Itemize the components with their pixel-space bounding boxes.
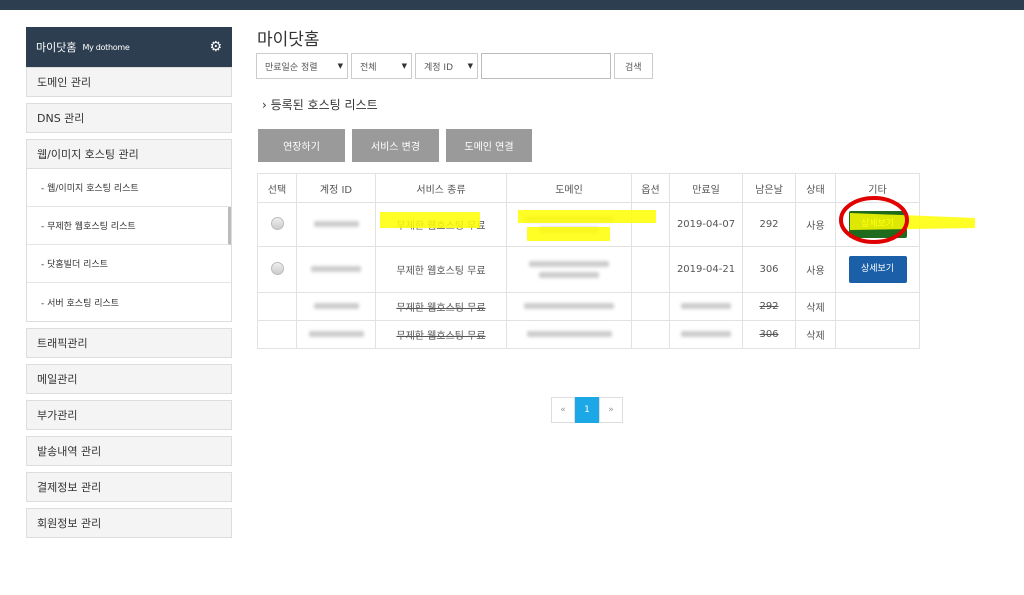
- days-cell: 292: [742, 202, 796, 247]
- domain-redacted: [524, 215, 614, 222]
- status-cell: 사용: [795, 202, 836, 247]
- detail-button[interactable]: 상세보기: [848, 256, 907, 283]
- page-1-button[interactable]: 1: [575, 397, 599, 423]
- status-value: 전체: [360, 62, 377, 73]
- sidebar-item-payment[interactable]: 결제정보 관리: [26, 472, 232, 502]
- domain-redacted: [529, 260, 609, 267]
- expires-cell: 2019-04-21: [669, 246, 743, 293]
- status-cell: 사용: [795, 246, 836, 293]
- table-row: 무제한 웹호스팅 무료 306 삭제: [257, 320, 920, 349]
- filter-bar: 만료일순 정렬 ▼ 전체 ▼ 계정 ID ▼ 검색: [256, 53, 653, 79]
- search-button[interactable]: 검색: [614, 53, 653, 79]
- expires-cell: 2019-04-07: [669, 202, 743, 247]
- col-option: 옵션: [631, 173, 670, 203]
- days-cell: 306: [742, 320, 796, 349]
- sidebar-item-dns[interactable]: DNS 관리: [26, 103, 232, 133]
- sidebar-item-traffic[interactable]: 트래픽관리: [26, 328, 232, 358]
- table-row: 무제한 웹호스팅 무료 2019-04-21 306 사용 상세보기: [257, 246, 920, 293]
- search-input[interactable]: [481, 53, 611, 79]
- domain-redacted: [524, 303, 614, 309]
- service-cell: 무제한 웹호스팅 무료: [375, 320, 507, 349]
- sidebar-header: 마이닷홈 My dothome ⚙: [26, 27, 232, 67]
- sort-select[interactable]: 만료일순 정렬 ▼: [256, 53, 348, 79]
- col-days: 남은날: [742, 173, 796, 203]
- field-value: 계정 ID: [424, 62, 454, 73]
- sort-value: 만료일순 정렬: [265, 62, 318, 73]
- account-id-redacted: [313, 303, 359, 309]
- account-id-redacted: [308, 331, 364, 337]
- row-radio[interactable]: [270, 261, 284, 275]
- section-title: › 등록된 호스팅 리스트: [262, 98, 378, 112]
- pagination: « 1 »: [551, 397, 623, 423]
- section-title-text: 등록된 호스팅 리스트: [270, 98, 378, 112]
- sidebar-item-send-history[interactable]: 발송내역 관리: [26, 436, 232, 466]
- status-cell: 삭제: [795, 320, 836, 349]
- sidebar-title: 마이닷홈: [36, 41, 77, 54]
- expires-redacted: [681, 303, 731, 309]
- domain-redacted: [539, 226, 599, 233]
- col-status: 상태: [795, 173, 836, 203]
- sidebar-subitem[interactable]: - 웹/이미지 호스팅 리스트: [27, 169, 231, 207]
- sidebar-submenu: - 웹/이미지 호스팅 리스트 - 무제한 웹호스팅 리스트 - 닷홈빌더 리스…: [26, 169, 232, 322]
- row-radio[interactable]: [270, 216, 284, 230]
- sidebar-item-domain[interactable]: 도메인 관리: [26, 67, 232, 97]
- service-cell: 무제한 웹호스팅 무료: [375, 292, 507, 321]
- col-etc: 기타: [835, 173, 920, 203]
- table-header: 선택 계정 ID 서비스 종류 도메인 옵션 만료일 남은날 상태 기타: [257, 173, 920, 203]
- status-cell: 삭제: [795, 292, 836, 321]
- gear-icon[interactable]: ⚙: [209, 39, 222, 55]
- page-title: 마이닷홈: [257, 30, 320, 50]
- sidebar-subitem-active[interactable]: - 무제한 웹호스팅 리스트: [27, 207, 231, 245]
- extend-button[interactable]: 연장하기: [258, 129, 345, 162]
- change-service-button[interactable]: 서비스 변경: [352, 129, 439, 162]
- sidebar: 마이닷홈 My dothome ⚙ 도메인 관리 DNS 관리 웹/이미지 호스…: [26, 27, 232, 538]
- domain-redacted: [539, 271, 599, 278]
- sidebar-subitem[interactable]: - 서버 호스팅 리스트: [27, 283, 231, 321]
- sidebar-subitem[interactable]: - 닷홈빌더 리스트: [27, 245, 231, 283]
- expires-redacted: [681, 331, 731, 337]
- hosting-table: 선택 계정 ID 서비스 종류 도메인 옵션 만료일 남은날 상태 기타 무제한…: [257, 173, 920, 349]
- sidebar-item-mail[interactable]: 메일관리: [26, 364, 232, 394]
- col-account-id: 계정 ID: [296, 173, 376, 203]
- field-select[interactable]: 계정 ID ▼: [415, 53, 478, 79]
- dropdown-arrow-icon: ▼: [467, 62, 473, 70]
- connect-domain-button[interactable]: 도메인 연결: [446, 129, 532, 162]
- table-row: 무제한 웹호스팅 무료 292 삭제: [257, 292, 920, 321]
- domain-redacted: [526, 331, 612, 337]
- status-select[interactable]: 전체 ▼: [351, 53, 412, 79]
- col-select: 선택: [257, 173, 297, 203]
- prev-page-button[interactable]: «: [551, 397, 575, 423]
- top-nav-bar: [0, 0, 1024, 10]
- col-domain: 도메인: [506, 173, 632, 203]
- sidebar-subtitle: My dothome: [82, 42, 130, 52]
- sidebar-item-member[interactable]: 회원정보 관리: [26, 508, 232, 538]
- col-expires: 만료일: [669, 173, 743, 203]
- days-cell: 292: [742, 292, 796, 321]
- days-cell: 306: [742, 246, 796, 293]
- sidebar-item-addon[interactable]: 부가관리: [26, 400, 232, 430]
- sidebar-item-web-hosting[interactable]: 웹/이미지 호스팅 관리: [26, 139, 232, 169]
- next-page-button[interactable]: »: [599, 397, 623, 423]
- service-cell: 무제한 웹호스팅 무료: [375, 246, 507, 293]
- service-cell: 무제한 웹호스팅 무료: [375, 202, 507, 247]
- col-service: 서비스 종류: [375, 173, 507, 203]
- action-buttons: 연장하기 서비스 변경 도메인 연결: [258, 129, 532, 162]
- detail-button[interactable]: 상세보기: [848, 211, 907, 238]
- table-row: 무제한 웹호스팅 무료 2019-04-07 292 사용 상세보기: [257, 202, 920, 247]
- dropdown-arrow-icon: ▼: [401, 62, 407, 70]
- account-id-redacted: [313, 221, 359, 227]
- account-id-redacted: [311, 266, 361, 272]
- dropdown-arrow-icon: ▼: [337, 62, 343, 70]
